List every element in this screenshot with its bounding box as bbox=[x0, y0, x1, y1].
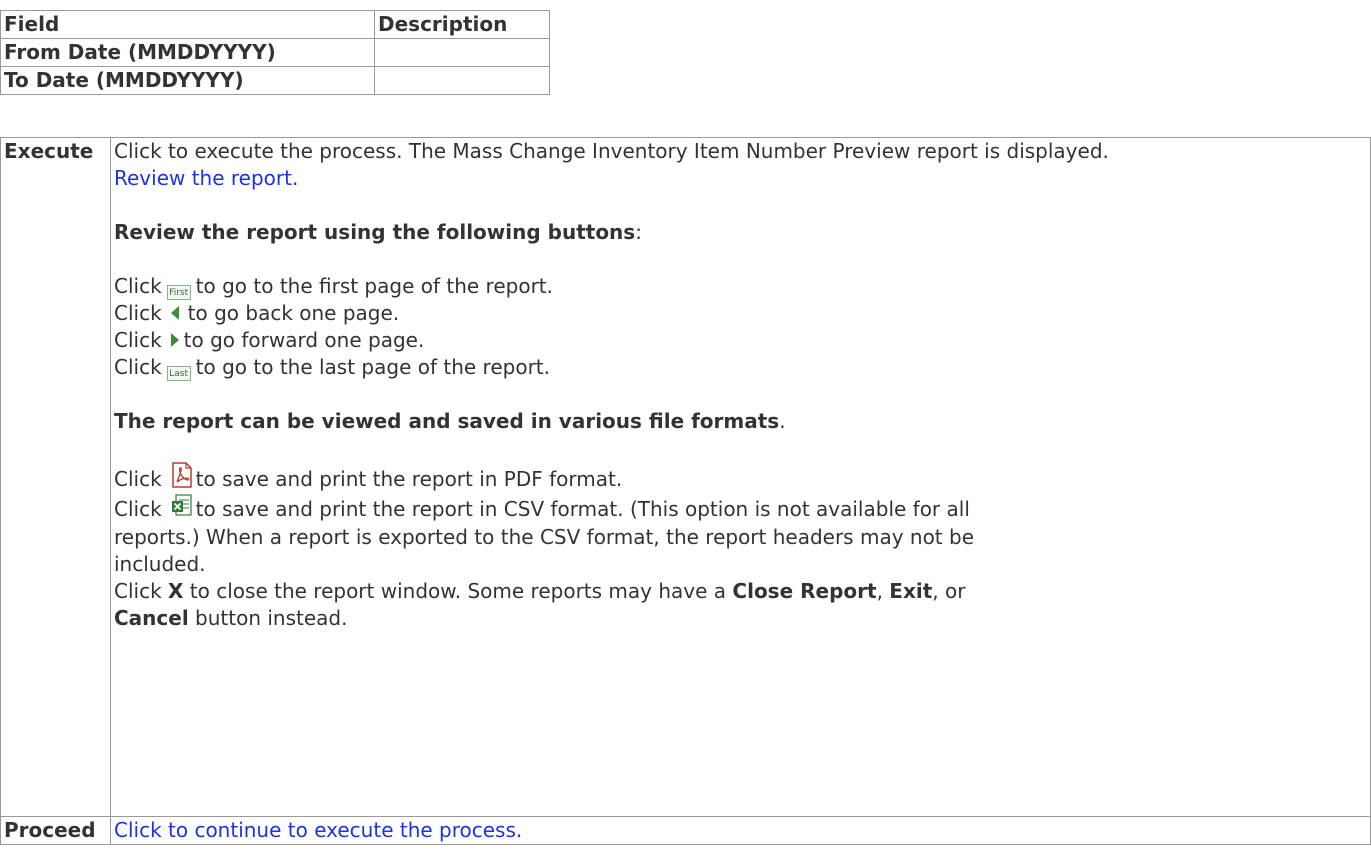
csv-excel-icon bbox=[171, 494, 192, 516]
to-date-label: To Date (MMDDYYYY) bbox=[0, 66, 375, 95]
proceed-row: Proceed Click to continue to execute the… bbox=[0, 816, 1371, 845]
to-date-description bbox=[374, 66, 550, 95]
proceed-label: Proceed bbox=[0, 816, 111, 845]
table-row: From Date (MMDDYYYY) bbox=[0, 38, 550, 67]
execute-intro: Click to execute the process. The Mass C… bbox=[114, 139, 1109, 163]
header-row: Field Description bbox=[0, 10, 550, 39]
formats-heading: The report can be viewed and saved in va… bbox=[114, 409, 786, 433]
proceed-description: Click to continue to execute the process… bbox=[110, 816, 1371, 845]
csv-line: Click to save and print the report in CSV… bbox=[114, 494, 1367, 524]
description-header: Description bbox=[374, 10, 550, 39]
first-page-button-icon: First bbox=[166, 285, 191, 300]
back-page-line: Click to go back one page. bbox=[114, 301, 400, 325]
table-row: To Date (MMDDYYYY) bbox=[0, 66, 550, 95]
from-date-label: From Date (MMDDYYYY) bbox=[0, 38, 375, 67]
from-date-description bbox=[374, 38, 550, 67]
back-arrow-icon bbox=[170, 306, 179, 320]
review-report-link[interactable]: Review the report. bbox=[114, 166, 298, 190]
first-page-line: Click First to go to the first page of the… bbox=[114, 274, 553, 300]
close-line: Click X to close the report window. Some… bbox=[114, 579, 966, 603]
execute-label: Execute bbox=[0, 137, 111, 817]
forward-page-line: Click to go forward one page. bbox=[114, 328, 425, 352]
review-heading: Review the report using the following bu… bbox=[114, 220, 642, 244]
pdf-line: Click to save and print the report in PDF… bbox=[114, 462, 1367, 494]
field-header: Field bbox=[0, 10, 375, 39]
actions-table: Execute Click to execute the process. Th… bbox=[0, 137, 1371, 845]
last-page-button-icon: Last bbox=[166, 366, 191, 381]
execute-row: Execute Click to execute the process. Th… bbox=[0, 137, 1371, 817]
proceed-link[interactable]: Click to continue to execute the process… bbox=[114, 818, 522, 842]
last-page-line: Click Last to go to the last page of the r… bbox=[114, 355, 550, 381]
forward-arrow-icon bbox=[170, 333, 179, 347]
fields-table: Field Description From Date (MMDDYYYY) T… bbox=[0, 10, 550, 95]
execute-description: Click to execute the process. The Mass C… bbox=[110, 137, 1371, 817]
pdf-icon bbox=[171, 462, 192, 488]
